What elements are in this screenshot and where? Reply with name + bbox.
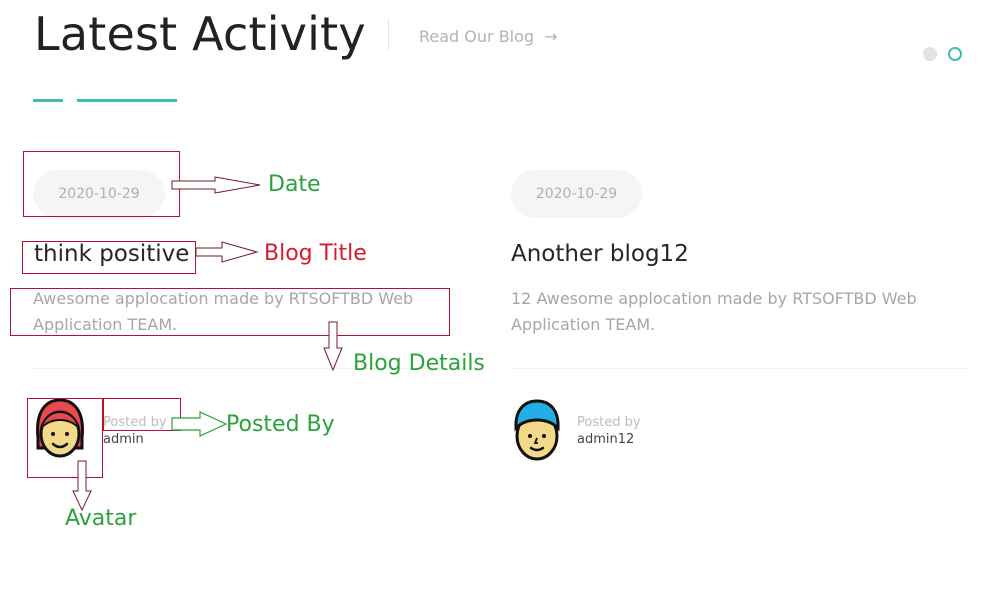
- title-arrow-icon: [195, 241, 259, 263]
- blog-details-annotation-label: Blog Details: [353, 351, 485, 376]
- posted-by-arrow-icon: [171, 411, 228, 437]
- date-arrow-icon: [171, 176, 261, 194]
- date-annotation-label: Date: [268, 172, 321, 197]
- annotation-arrows: [72, 176, 343, 512]
- posted-by-annotation-label: Posted By: [226, 412, 335, 437]
- avatar-arrow-icon: [72, 460, 92, 512]
- blog-title-annotation-label: Blog Title: [264, 241, 367, 266]
- details-arrow-icon: [323, 321, 343, 372]
- avatar-annotation-label: Avatar: [65, 506, 137, 531]
